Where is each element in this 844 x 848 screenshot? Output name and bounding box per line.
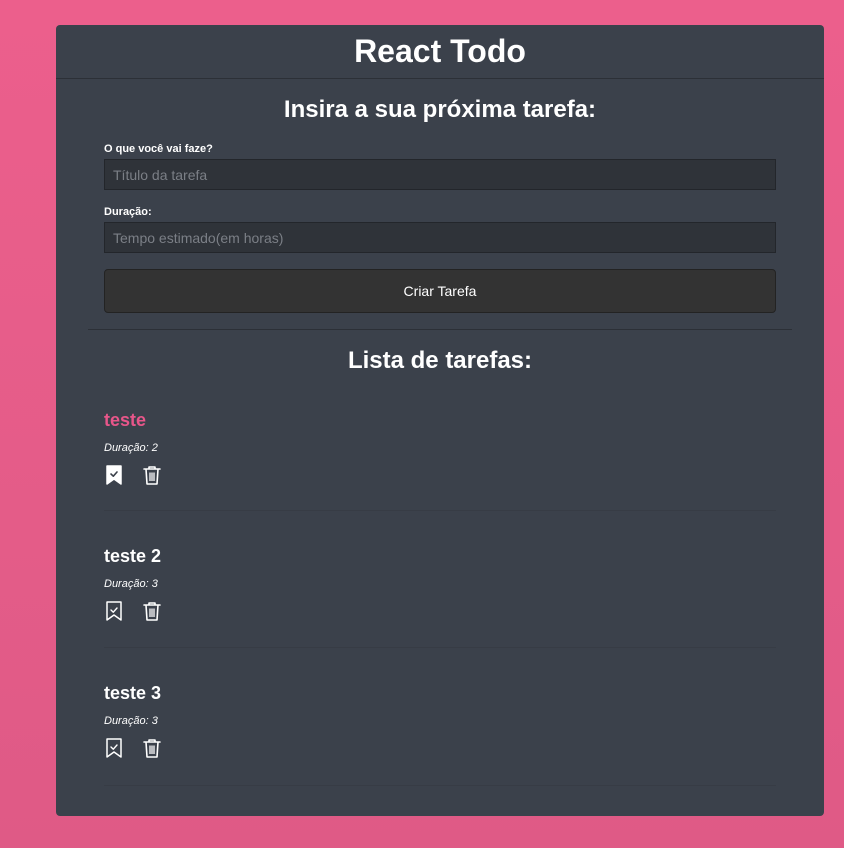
todo-app-panel: React Todo Insira a sua próxima tarefa: … [56,25,824,816]
task-actions [104,600,162,622]
task-item: teste 3 Duração: 3 [104,648,776,786]
form-heading: Insira a sua próxima tarefa: [283,96,597,123]
task-item: teste 2 Duração: 3 [104,511,776,648]
app-title: React Todo [354,33,526,69]
list-heading: Lista de tarefas: [347,347,533,374]
create-task-button[interactable]: Criar Tarefa [104,269,776,313]
trash-icon[interactable] [142,464,162,486]
task-list: Lista de tarefas: teste Duração: 2 teste… [56,330,824,786]
bookmark-check-outline-icon[interactable] [104,600,124,622]
task-actions [104,737,162,759]
duration-field-group: Duração: [104,206,776,253]
task-title: teste [104,410,147,430]
task-title: teste 2 [104,546,162,566]
app-header: React Todo [56,25,824,79]
task-duration: Duração: 2 [104,442,158,454]
title-field-label: O que você vai faze? [104,143,213,155]
trash-icon[interactable] [142,737,162,759]
task-duration-input[interactable] [104,222,776,253]
bookmark-check-filled-icon[interactable] [104,464,124,486]
task-duration: Duração: 3 [104,578,158,590]
task-actions [104,464,162,486]
duration-field-label: Duração: [104,206,152,218]
task-title-input[interactable] [104,159,776,190]
task-item: teste Duração: 2 [104,375,776,511]
title-field-group: O que você vai faze? [104,143,776,190]
task-title: teste 3 [104,683,162,703]
task-duration: Duração: 3 [104,715,158,727]
trash-icon[interactable] [142,600,162,622]
task-form: Insira a sua próxima tarefa: O que você … [56,79,824,313]
bookmark-check-outline-icon[interactable] [104,737,124,759]
